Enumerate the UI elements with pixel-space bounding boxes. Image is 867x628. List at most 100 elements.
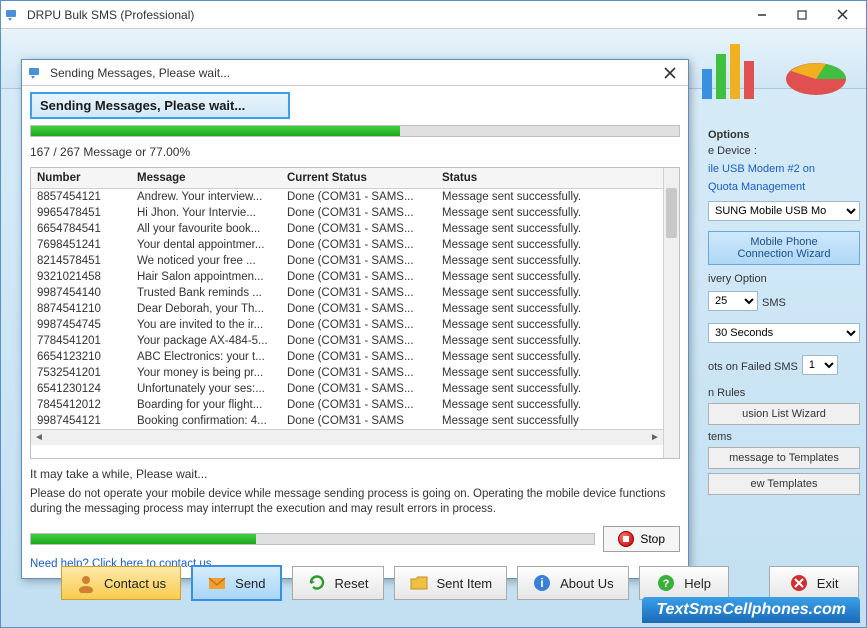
cell-number: 8857454121 xyxy=(31,189,131,206)
cell-st: Message sent successfully. xyxy=(436,205,663,221)
svg-text:i: i xyxy=(540,576,543,590)
delivery-option-heading: ivery Option xyxy=(708,273,860,285)
exclusion-list-wizard-button[interactable]: usion List Wizard xyxy=(708,403,860,425)
dialog-close-button[interactable] xyxy=(658,63,682,83)
send-button[interactable]: Send xyxy=(191,565,281,601)
table-row[interactable]: 8874541210Dear Deborah, your Th...Done (… xyxy=(31,301,663,317)
cell-number: 8214578451 xyxy=(31,253,131,269)
horizontal-scrollbar[interactable]: ◄ ► xyxy=(31,429,663,445)
cell-message: You are invited to the ir... xyxy=(131,317,281,333)
stop-label: Stop xyxy=(640,532,665,546)
cell-st: Message sent successfully. xyxy=(436,269,663,285)
cell-cs: Done (COM31 - SAMS... xyxy=(281,365,436,381)
cell-cs: Done (COM31 - SAMS... xyxy=(281,253,436,269)
col-status[interactable]: Status xyxy=(436,168,663,189)
table-row[interactable]: 9965478451Hi Jhon. Your Intervie...Done … xyxy=(31,205,663,221)
cell-message: Boarding for your flight... xyxy=(131,397,281,413)
options-heading: Options xyxy=(708,129,860,141)
connection-wizard-button[interactable]: Mobile Phone Connection Wizard xyxy=(708,231,860,265)
scroll-left-icon[interactable]: ◄ xyxy=(31,432,47,443)
device-select[interactable]: SUNG Mobile USB Mo xyxy=(708,201,860,221)
contact-us-button[interactable]: Contact us xyxy=(61,566,181,600)
cell-number: 7845412012 xyxy=(31,397,131,413)
table-row[interactable]: 8214578451We noticed your free ...Done (… xyxy=(31,253,663,269)
col-number[interactable]: Number xyxy=(31,168,131,189)
exit-button[interactable]: Exit xyxy=(769,566,859,600)
envelope-icon xyxy=(207,573,227,593)
cell-cs: Done (COM31 - SAMS... xyxy=(281,301,436,317)
cell-number: 7784541201 xyxy=(31,333,131,349)
table-row[interactable]: 9987454745You are invited to the ir...Do… xyxy=(31,317,663,333)
cell-st: Message sent successfully. xyxy=(436,317,663,333)
question-icon: ? xyxy=(656,573,676,593)
cell-st: Message sent successfully. xyxy=(436,333,663,349)
table-row[interactable]: 8857454121Andrew. Your interview...Done … xyxy=(31,189,663,206)
device-value-link[interactable]: ile USB Modem #2 on xyxy=(708,163,860,175)
watermark: TextSmsCellphones.com xyxy=(642,597,860,623)
about-us-button[interactable]: i About Us xyxy=(517,566,628,600)
minimize-button[interactable] xyxy=(742,3,782,27)
items-heading: tems xyxy=(708,431,860,443)
col-current-status[interactable]: Current Status xyxy=(281,168,436,189)
table-row[interactable]: 9987454140Trusted Bank reminds ...Done (… xyxy=(31,285,663,301)
folder-icon xyxy=(409,573,429,593)
cell-st: Message sent successfully. xyxy=(436,381,663,397)
table-row[interactable]: 6654784541All your favourite book...Done… xyxy=(31,221,663,237)
maximize-button[interactable] xyxy=(782,3,822,27)
rules-heading: n Rules xyxy=(708,387,860,399)
cell-message: We noticed your free ... xyxy=(131,253,281,269)
table-row[interactable]: 7845412012Boarding for your flight...Don… xyxy=(31,397,663,413)
cell-st: Message sent successfully. xyxy=(436,237,663,253)
scroll-thumb[interactable] xyxy=(666,188,677,238)
person-icon xyxy=(76,573,96,593)
sending-dialog: Sending Messages, Please wait... Sending… xyxy=(21,59,689,579)
table-row[interactable]: 7784541201Your package AX-484-5...Done (… xyxy=(31,333,663,349)
cell-number: 8874541210 xyxy=(31,301,131,317)
svg-text:?: ? xyxy=(663,578,670,590)
sms-count-select[interactable]: 25 xyxy=(708,291,758,311)
cell-message: Unfortunately your ses:... xyxy=(131,381,281,397)
stop-button[interactable]: Stop xyxy=(603,526,680,552)
delay-select[interactable]: 30 Seconds xyxy=(708,323,860,343)
cell-cs: Done (COM31 - SAMS... xyxy=(281,221,436,237)
table-row[interactable]: 9321021458Hair Salon appointmen...Done (… xyxy=(31,269,663,285)
cell-cs: Done (COM31 - SAMS... xyxy=(281,349,436,365)
view-templates-button[interactable]: ew Templates xyxy=(708,473,860,495)
table-row[interactable]: 7532541201Your money is being pr...Done … xyxy=(31,365,663,381)
cell-cs: Done (COM31 - SAMS... xyxy=(281,317,436,333)
vertical-scrollbar[interactable] xyxy=(663,168,679,458)
cell-message: Hi Jhon. Your Intervie... xyxy=(131,205,281,221)
cell-message: ABC Electronics: your t... xyxy=(131,349,281,365)
cell-cs: Done (COM31 - SAMS... xyxy=(281,381,436,397)
dialog-title: Sending Messages, Please wait... xyxy=(50,66,658,80)
reset-button[interactable]: Reset xyxy=(292,566,384,600)
cell-number: 9965478451 xyxy=(31,205,131,221)
col-message[interactable]: Message xyxy=(131,168,281,189)
message-to-templates-button[interactable]: message to Templates xyxy=(708,447,860,469)
cell-number: 9321021458 xyxy=(31,269,131,285)
table-row[interactable]: 6541230124Unfortunately your ses:...Done… xyxy=(31,381,663,397)
table-row[interactable]: 9987454121Booking confirmation: 4...Done… xyxy=(31,413,663,429)
cell-st: Message sent successfully. xyxy=(436,301,663,317)
quota-management-link[interactable]: Quota Management xyxy=(708,181,860,193)
cell-message: Trusted Bank reminds ... xyxy=(131,285,281,301)
table-row[interactable]: 6654123210ABC Electronics: your t...Done… xyxy=(31,349,663,365)
close-button[interactable] xyxy=(822,3,862,27)
retry-select[interactable]: 1 xyxy=(802,355,838,375)
cell-number: 6654784541 xyxy=(31,221,131,237)
table-row[interactable]: 7698451241Your dental appointmer...Done … xyxy=(31,237,663,253)
cell-st: Message sent successfully. xyxy=(436,349,663,365)
dialog-icon xyxy=(28,65,44,81)
cell-st: Message sent successfully. xyxy=(436,285,663,301)
cell-number: 6654123210 xyxy=(31,349,131,365)
cell-st: Message sent successfully. xyxy=(436,221,663,237)
scroll-right-icon[interactable]: ► xyxy=(647,432,663,443)
help-button[interactable]: ? Help xyxy=(639,566,729,600)
device-label: e Device : xyxy=(708,145,860,157)
cell-cs: Done (COM31 - SAMS... xyxy=(281,397,436,413)
sent-item-button[interactable]: Sent Item xyxy=(394,566,508,600)
cell-cs: Done (COM31 - SAMS... xyxy=(281,333,436,349)
app-icon xyxy=(5,7,21,23)
cell-number: 7532541201 xyxy=(31,365,131,381)
cell-number: 7698451241 xyxy=(31,237,131,253)
